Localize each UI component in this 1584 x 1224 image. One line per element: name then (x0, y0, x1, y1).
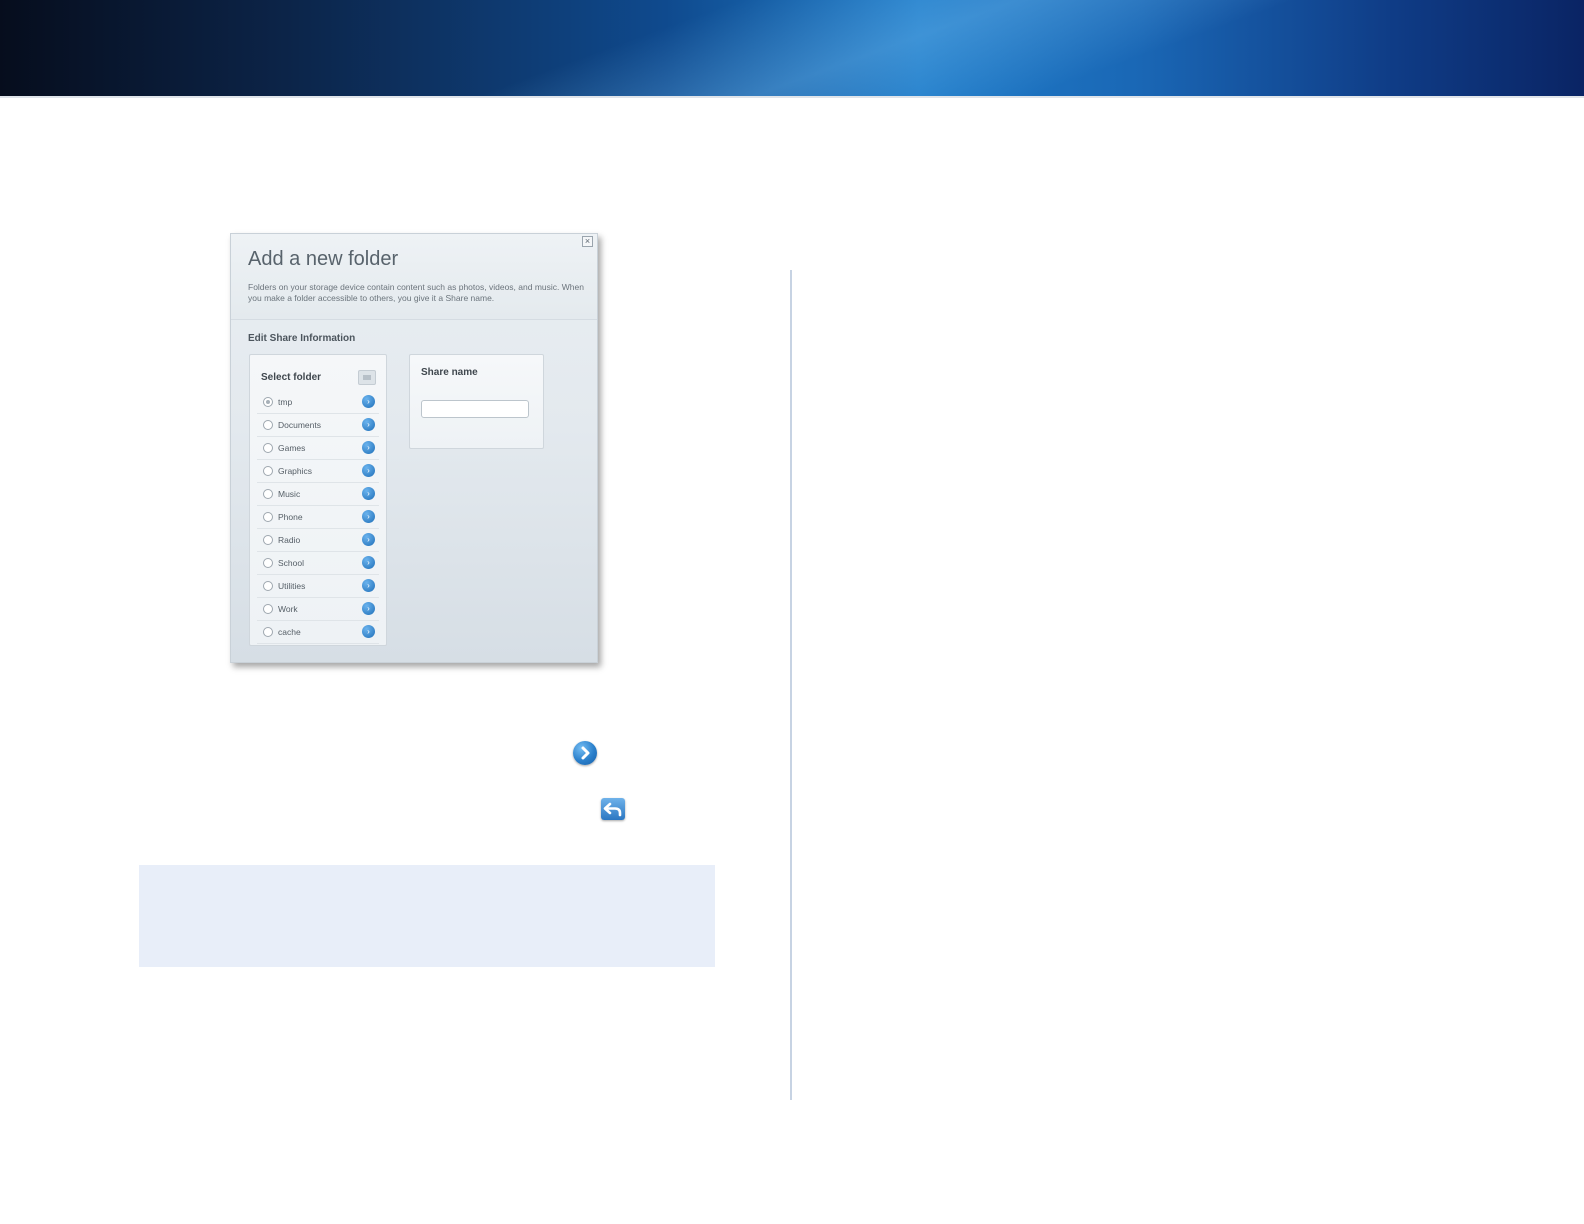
select-folder-panel: Select folder tmp › Documents › Games › Graphi… (249, 354, 387, 646)
folder-name: tmp (278, 397, 293, 407)
folder-row[interactable]: Games › (257, 437, 379, 460)
chevron-right-icon[interactable]: › (362, 510, 375, 523)
folder-row[interactable]: tmp › (257, 391, 379, 414)
select-folder-label: Select folder (261, 372, 322, 383)
new-folder-button[interactable] (358, 370, 376, 385)
folder-radio[interactable] (263, 397, 273, 407)
chevron-right-icon[interactable]: › (362, 533, 375, 546)
folder-radio[interactable] (263, 466, 273, 476)
folder-row[interactable]: Radio › (257, 529, 379, 552)
dialog-description: Folders on your storage device contain c… (248, 282, 584, 303)
folder-row[interactable]: Graphics › (257, 460, 379, 483)
folder-row[interactable]: Phone › (257, 506, 379, 529)
folder-radio[interactable] (263, 443, 273, 453)
folder-row[interactable]: Utilities › (257, 575, 379, 598)
back-arrow-icon (603, 802, 622, 817)
folder-radio[interactable] (263, 604, 273, 614)
close-icon[interactable]: × (582, 236, 593, 247)
chevron-right-icon (581, 746, 590, 760)
folder-name: Games (278, 443, 306, 453)
folder-row[interactable]: School › (257, 552, 379, 575)
section-label: Edit Share Information (248, 333, 356, 344)
folder-name: Music (278, 489, 301, 499)
dialog-title: Add a new folder (248, 248, 399, 270)
chevron-right-icon[interactable]: › (362, 395, 375, 408)
folder-name: Radio (278, 535, 301, 545)
folder-radio[interactable] (263, 489, 273, 499)
folder-radio[interactable] (263, 581, 273, 591)
folder-name: cache (278, 627, 301, 637)
go-arrow-icon (573, 741, 597, 765)
share-name-panel: Share name (409, 354, 544, 449)
share-name-input[interactable] (421, 400, 529, 418)
folder-row[interactable]: Work › (257, 598, 379, 621)
folder-name: Utilities (278, 581, 306, 591)
chevron-right-icon[interactable]: › (362, 625, 375, 638)
folder-row[interactable]: cache › (257, 621, 379, 644)
folder-name: Documents (278, 420, 321, 430)
banner-divider (0, 96, 1584, 98)
folder-row[interactable]: Music › (257, 483, 379, 506)
folder-radio[interactable] (263, 535, 273, 545)
add-folder-dialog: Add a new folder Folders on your storage… (230, 233, 598, 663)
folder-name: School (278, 558, 304, 568)
folder-radio[interactable] (263, 627, 273, 637)
folder-list: tmp › Documents › Games › Graphics › Music › Phone… (257, 391, 379, 644)
folder-radio[interactable] (263, 420, 273, 430)
folder-name: Phone (278, 512, 303, 522)
chevron-right-icon[interactable]: › (362, 579, 375, 592)
chevron-right-icon[interactable]: › (362, 441, 375, 454)
header-banner (0, 0, 1584, 97)
chevron-right-icon[interactable]: › (362, 487, 375, 500)
share-name-label: Share name (421, 367, 478, 378)
dialog-header: Add a new folder Folders on your storage… (231, 234, 597, 320)
folder-radio[interactable] (263, 512, 273, 522)
chevron-right-icon[interactable]: › (362, 602, 375, 615)
folder-radio[interactable] (263, 558, 273, 568)
chevron-right-icon[interactable]: › (362, 418, 375, 431)
back-button-icon (601, 798, 625, 820)
chevron-right-icon[interactable]: › (362, 464, 375, 477)
folder-name: Work (278, 604, 298, 614)
note-box (139, 865, 715, 967)
folder-row[interactable]: Documents › (257, 414, 379, 437)
folder-name: Graphics (278, 466, 313, 476)
chevron-right-icon[interactable]: › (362, 556, 375, 569)
column-divider (790, 270, 792, 1100)
